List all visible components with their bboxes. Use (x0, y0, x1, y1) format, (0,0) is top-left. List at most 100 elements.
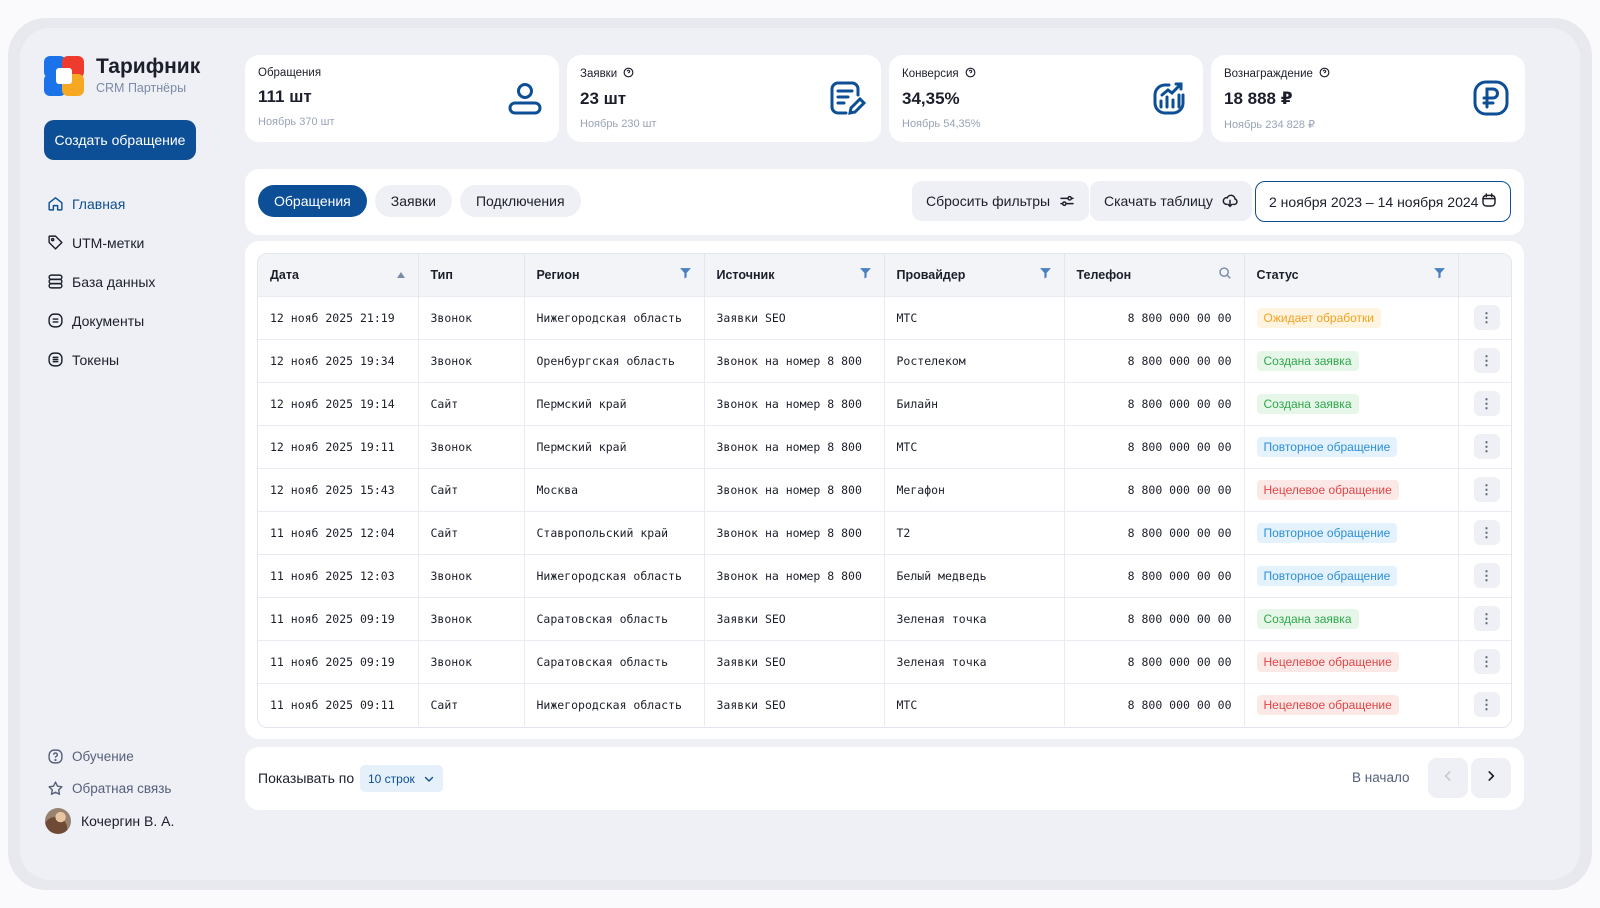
row-more-button[interactable]: ⋮ (1473, 391, 1500, 416)
row-more-button[interactable]: ⋮ (1473, 305, 1500, 330)
help-icon[interactable] (965, 67, 976, 81)
cell-source: Звонок на номер 8 800 (704, 553, 885, 597)
table-row[interactable]: 11 нояб 2025 09:11 Сайт Нижегородская обла… (258, 682, 1511, 726)
brand-subtitle: CRM Партнёры (96, 81, 187, 95)
cell-provider: Зеленая точка (884, 639, 1065, 683)
sidebar-item-tokens[interactable]: Токены (46, 340, 155, 379)
status-badge: Создана заявка (1256, 393, 1359, 414)
rows-per-page-label: Показывать по (258, 770, 355, 786)
tab-connections[interactable]: Подключения (459, 185, 581, 217)
row-more-button[interactable]: ⋮ (1473, 649, 1500, 674)
column-header-phone[interactable]: Телефон (1064, 254, 1245, 296)
sidebar-item-database[interactable]: База данных (46, 262, 155, 301)
sidebar-item-label: Главная (72, 195, 126, 212)
table-row[interactable]: 11 нояб 2025 09:19 Звонок Саратовская обла… (258, 596, 1511, 640)
data-table: Дата Тип Регион Источник Провайдер Телеф… (258, 254, 1511, 726)
stat-title: Заявки (580, 68, 618, 80)
column-label: Провайдер (896, 267, 966, 282)
tab-applications[interactable]: Заявки (374, 185, 452, 217)
filter-icon[interactable] (859, 267, 872, 282)
table-header-row: Дата Тип Регион Источник Провайдер Телеф… (258, 254, 1511, 296)
table-row[interactable]: 12 нояб 2025 19:34 Звонок Оренбургская обл… (258, 338, 1511, 382)
cell-region: Оренбургская область (524, 338, 705, 382)
cell-status: Нецелевое обращение (1244, 682, 1459, 726)
status-badge: Повторное обращение (1256, 436, 1398, 457)
row-more-button[interactable]: ⋮ (1473, 520, 1500, 545)
stat-title: Обращения (258, 67, 322, 79)
filter-icon[interactable] (1039, 267, 1052, 282)
pagination-bar: Показывать по 10 строк В начало (245, 747, 1524, 810)
cell-source: Звонок на номер 8 800 (704, 467, 885, 511)
rows-per-page-select[interactable]: 10 строк (360, 765, 443, 792)
sidebar-item-documents[interactable]: Документы (46, 301, 155, 340)
date-range-label: 2 ноября 2023 – 14 ноября 2024 (1269, 193, 1479, 210)
sidebar-bottom-nav: Обучение Обратная связь (46, 740, 171, 804)
filter-icon[interactable] (1433, 267, 1446, 282)
brand[interactable]: Тарифник CRM Партнёры (44, 55, 200, 96)
table-row[interactable]: 12 нояб 2025 19:11 Звонок Пермский край Зво… (258, 424, 1511, 468)
cell-source: Заявки SEO (704, 682, 885, 726)
table-body: 12 нояб 2025 21:19 Звонок Нижегородская об… (258, 295, 1511, 726)
prev-page-button[interactable] (1428, 758, 1468, 798)
to-start-link[interactable]: В начало (1352, 770, 1410, 785)
sidebar-item-label: Токены (72, 351, 120, 368)
sidebar-item-label: UTM-метки (72, 234, 145, 251)
user-profile[interactable]: Кочергин В. А. (45, 808, 174, 834)
table-row[interactable]: 12 нояб 2025 19:14 Сайт Пермский край Звоно… (258, 381, 1511, 425)
table-row[interactable]: 12 нояб 2025 15:43 Сайт Москва Звонок на но… (258, 467, 1511, 511)
column-label: Статус (1256, 267, 1299, 282)
cell-provider: Белый медведь (884, 553, 1065, 597)
table-row[interactable]: 11 нояб 2025 12:04 Сайт Ставропольский кра… (258, 510, 1511, 554)
reset-filters-button[interactable]: Сбросить фильтры (912, 181, 1090, 221)
column-header-date[interactable]: Дата (258, 254, 419, 296)
table-row[interactable]: 12 нояб 2025 21:19 Звонок Нижегородская об… (258, 295, 1511, 339)
column-label: Источник (716, 267, 775, 282)
cell-phone: 8 800 000 00 00 (1064, 553, 1245, 597)
search-icon[interactable] (1218, 266, 1232, 283)
sidebar-item-learning[interactable]: Обучение (46, 740, 171, 772)
table-row[interactable]: 11 нояб 2025 12:03 Звонок Нижегородская об… (258, 553, 1511, 597)
table-row[interactable]: 11 нояб 2025 09:19 Звонок Саратовская обла… (258, 639, 1511, 683)
table-card: Дата Тип Регион Источник Провайдер Телеф… (245, 241, 1524, 739)
sidebar-item-home[interactable]: Главная (46, 184, 155, 223)
download-table-button[interactable]: Скачать таблицу (1090, 181, 1252, 221)
status-badge: Создана заявка (1256, 608, 1359, 629)
cell-status: Ожидает обработки (1244, 295, 1459, 339)
column-header-source[interactable]: Источник (704, 254, 885, 296)
row-more-button[interactable]: ⋮ (1473, 692, 1500, 718)
tab-requests[interactable]: Обращения (258, 185, 367, 217)
next-page-button[interactable] (1471, 758, 1511, 798)
help-icon[interactable] (623, 67, 634, 81)
column-header-provider[interactable]: Провайдер (884, 254, 1065, 296)
column-header-type[interactable]: Тип (418, 254, 525, 296)
cell-actions: ⋮ (1458, 682, 1511, 726)
sidebar-item-utm[interactable]: UTM-метки (46, 223, 155, 262)
cell-type: Звонок (418, 338, 525, 382)
row-more-button[interactable]: ⋮ (1473, 606, 1500, 631)
cell-region: Нижегородская область (524, 553, 705, 597)
stat-value: 23 шт (580, 89, 627, 108)
sidebar-item-feedback[interactable]: Обратная связь (46, 772, 171, 804)
column-header-status[interactable]: Статус (1244, 254, 1459, 296)
column-header-region[interactable]: Регион (524, 254, 705, 296)
sliders-icon (1059, 193, 1075, 209)
cell-source: Заявки SEO (704, 295, 885, 339)
sort-asc-icon[interactable] (396, 268, 406, 282)
row-more-button[interactable]: ⋮ (1473, 477, 1500, 502)
star-icon (46, 779, 64, 797)
date-range-picker[interactable]: 2 ноября 2023 – 14 ноября 2024 (1255, 181, 1511, 222)
stat-sub: Ноябрь 234 828 ₽ (1224, 119, 1316, 131)
cell-provider: Зеленая точка (884, 596, 1065, 640)
cell-provider: Мегафон (884, 467, 1065, 511)
sidebar-item-label: Документы (72, 312, 145, 329)
cell-status: Создана заявка (1244, 596, 1459, 640)
help-icon[interactable] (1319, 67, 1330, 81)
filter-icon[interactable] (679, 267, 692, 282)
cell-actions: ⋮ (1458, 467, 1511, 511)
create-request-button[interactable]: Создать обращение (44, 120, 196, 160)
row-more-button[interactable]: ⋮ (1473, 434, 1500, 459)
cell-actions: ⋮ (1458, 596, 1511, 640)
status-badge: Создана заявка (1256, 350, 1359, 371)
row-more-button[interactable]: ⋮ (1473, 563, 1500, 588)
row-more-button[interactable]: ⋮ (1473, 348, 1500, 373)
